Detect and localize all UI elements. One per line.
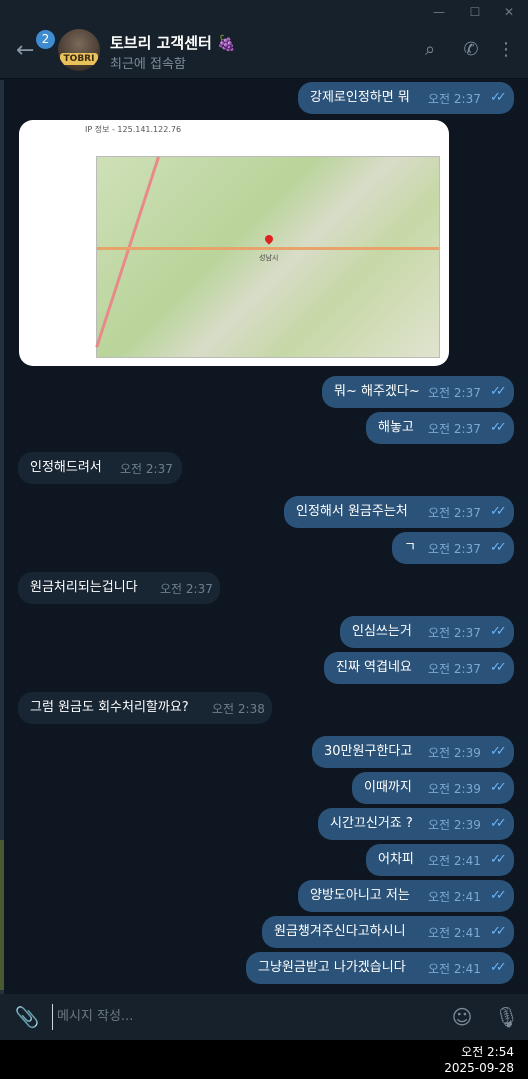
message-time: 오전 2:37 bbox=[428, 662, 481, 676]
message-time: 오전 2:37 bbox=[428, 92, 481, 106]
message-time: 오전 2:41 bbox=[428, 854, 481, 868]
message-text: 뭐~ 해주겠다~ bbox=[334, 384, 420, 399]
message-text: 해놓고 bbox=[378, 420, 414, 435]
map-road bbox=[95, 156, 160, 348]
message-text: 인정해드려서 bbox=[30, 460, 102, 475]
message-time: 오전 2:37 bbox=[428, 626, 481, 640]
message-time: 오전 2:41 bbox=[428, 890, 481, 904]
message-bubble[interactable]: ㄱ 오전 2:37 ✓✓ bbox=[392, 532, 514, 564]
message-time: 오전 2:37 bbox=[428, 542, 481, 556]
chat-title[interactable]: 토브리 고객센터 🍇 bbox=[110, 32, 236, 53]
message-bubble[interactable]: 어차피 오전 2:41 ✓✓ bbox=[366, 844, 514, 876]
message-time: 오전 2:39 bbox=[428, 818, 481, 832]
message-input[interactable]: 메시지 작성... bbox=[52, 1004, 437, 1030]
read-check-icon: ✓✓ bbox=[490, 384, 507, 399]
message-text: 원금챙겨주신다고하시니 bbox=[274, 924, 406, 939]
taskbar: 오전 2:54 2025-09-28 bbox=[0, 1040, 528, 1079]
attach-icon[interactable]: 📎 bbox=[14, 1005, 40, 1029]
read-check-icon: ✓✓ bbox=[490, 816, 507, 831]
message-time: 오전 2:39 bbox=[428, 782, 481, 796]
image-message[interactable]: IP 정보 - 125.141.122.76 성남시 bbox=[19, 120, 449, 366]
message-text: 진짜 역겹네요 bbox=[336, 660, 412, 675]
taskbar-date[interactable]: 2025-09-28 bbox=[444, 1061, 514, 1075]
phone-icon[interactable]: ✆ bbox=[459, 38, 483, 62]
emoji-icon[interactable]: ☺ bbox=[450, 1005, 474, 1029]
message-bubble[interactable]: 그냥원금받고 나가겠습니다 오전 2:41 ✓✓ bbox=[246, 952, 514, 984]
map-pin-icon bbox=[263, 233, 275, 245]
minimize-button[interactable]: — bbox=[424, 0, 454, 24]
message-composer: 📎 메시지 작성... ☺ 🎙 bbox=[0, 994, 528, 1040]
read-check-icon: ✓✓ bbox=[490, 90, 507, 105]
message-text: 강제로인정하면 뭐 bbox=[310, 90, 410, 105]
read-check-icon: ✓✓ bbox=[490, 660, 507, 675]
message-bubble[interactable]: 시간끄신거죠 ? 오전 2:39 ✓✓ bbox=[318, 808, 514, 840]
unread-badge: 2 bbox=[36, 30, 55, 49]
message-list[interactable]: 강제로인정하면 뭐 오전 2:37 ✓✓ IP 정보 - 125.141.122… bbox=[0, 78, 528, 994]
message-time: 오전 2:39 bbox=[428, 746, 481, 760]
message-text: 인정해서 원금주는처 bbox=[296, 504, 408, 519]
message-bubble[interactable]: 뭐~ 해주겠다~ 오전 2:37 ✓✓ bbox=[322, 376, 514, 408]
read-check-icon: ✓✓ bbox=[490, 924, 507, 939]
more-menu-icon[interactable]: ⋮ bbox=[494, 38, 518, 62]
message-bubble[interactable]: 강제로인정하면 뭐 오전 2:37 ✓✓ bbox=[298, 82, 514, 114]
message-bubble[interactable]: 30만원구한다고 오전 2:39 ✓✓ bbox=[312, 736, 514, 768]
message-time: 오전 2:37 bbox=[428, 506, 481, 520]
message-text: 어차피 bbox=[378, 852, 414, 867]
read-check-icon: ✓✓ bbox=[490, 504, 507, 519]
message-time: 오전 2:41 bbox=[428, 962, 481, 976]
message-bubble[interactable]: 인정해드려서 오전 2:37 bbox=[18, 452, 182, 484]
message-text: 인심쓰는거 bbox=[352, 624, 412, 639]
message-time: 오전 2:37 bbox=[120, 462, 173, 476]
message-bubble[interactable]: 인정해서 원금주는처 오전 2:37 ✓✓ bbox=[284, 496, 514, 528]
message-text: ㄱ bbox=[404, 540, 416, 555]
avatar[interactable]: TOBRI bbox=[58, 29, 100, 71]
title-bar: — ☐ ✕ bbox=[0, 0, 528, 24]
message-bubble[interactable]: 해놓고 오전 2:37 ✓✓ bbox=[366, 412, 514, 444]
close-button[interactable]: ✕ bbox=[494, 0, 524, 24]
read-check-icon: ✓✓ bbox=[490, 624, 507, 639]
message-bubble[interactable]: 양방도아니고 저는 오전 2:41 ✓✓ bbox=[298, 880, 514, 912]
message-text: 30만원구한다고 bbox=[324, 744, 413, 759]
message-text: 그럼 원금도 회수처리할까요? bbox=[30, 700, 189, 715]
message-bubble[interactable]: 이때까지 오전 2:39 ✓✓ bbox=[352, 772, 514, 804]
map-image: 성남시 bbox=[95, 156, 440, 358]
last-seen-status: 최근에 접속함 bbox=[110, 57, 186, 72]
avatar-label: TOBRI bbox=[60, 53, 98, 65]
message-text: 양방도아니고 저는 bbox=[310, 888, 410, 903]
message-time: 오전 2:41 bbox=[428, 926, 481, 940]
map-road bbox=[97, 247, 439, 250]
message-bubble[interactable]: 그럼 원금도 회수처리할까요? 오전 2:38 bbox=[18, 692, 272, 724]
message-time: 오전 2:37 bbox=[428, 422, 481, 436]
message-text: 이때까지 bbox=[364, 780, 412, 795]
message-text: 그냥원금받고 나가겠습니다 bbox=[258, 960, 406, 975]
microphone-icon[interactable]: 🎙 bbox=[494, 1005, 519, 1029]
message-time: 오전 2:37 bbox=[160, 582, 213, 596]
read-check-icon: ✓✓ bbox=[490, 960, 507, 975]
message-time: 오전 2:38 bbox=[212, 702, 265, 716]
chat-header: ← 2 TOBRI 토브리 고객센터 🍇 최근에 접속함 ⌕ ✆ ⋮ bbox=[0, 24, 528, 79]
taskbar-clock[interactable]: 오전 2:54 bbox=[461, 1043, 514, 1060]
read-check-icon: ✓✓ bbox=[490, 420, 507, 435]
read-check-icon: ✓✓ bbox=[490, 780, 507, 795]
map-city-label: 성남시 bbox=[259, 254, 279, 262]
message-bubble[interactable]: 진짜 역겹네요 오전 2:37 ✓✓ bbox=[324, 652, 514, 684]
read-check-icon: ✓✓ bbox=[490, 540, 507, 555]
maximize-button[interactable]: ☐ bbox=[460, 0, 490, 24]
message-bubble[interactable]: 인심쓰는거 오전 2:37 ✓✓ bbox=[340, 616, 514, 648]
search-icon[interactable]: ⌕ bbox=[418, 38, 442, 62]
message-text: 원금처리되는겁니다 bbox=[30, 580, 138, 595]
read-check-icon: ✓✓ bbox=[490, 744, 507, 759]
message-bubble[interactable]: 원금처리되는겁니다 오전 2:37 bbox=[18, 572, 220, 604]
message-text: 시간끄신거죠 ? bbox=[330, 816, 413, 831]
message-bubble[interactable]: 원금챙겨주신다고하시니 오전 2:41 ✓✓ bbox=[262, 916, 514, 948]
read-check-icon: ✓✓ bbox=[490, 852, 507, 867]
image-caption: IP 정보 - 125.141.122.76 bbox=[85, 125, 182, 134]
message-time: 오전 2:37 bbox=[428, 386, 481, 400]
read-check-icon: ✓✓ bbox=[490, 888, 507, 903]
